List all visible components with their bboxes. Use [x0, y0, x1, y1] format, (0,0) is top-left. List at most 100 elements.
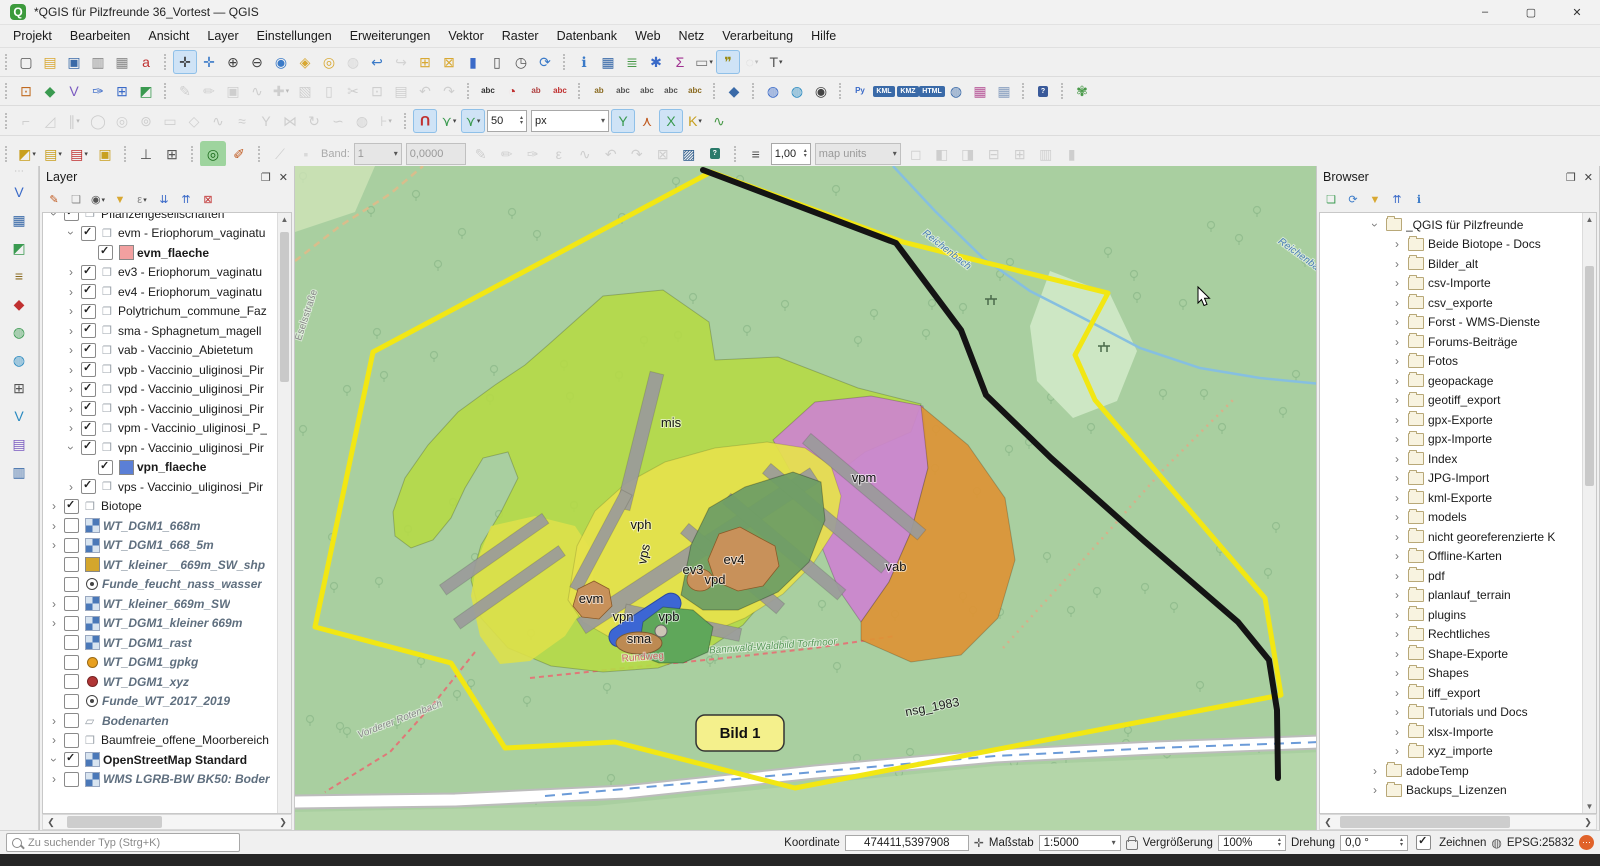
metasearch[interactable]: ◍ [761, 79, 785, 103]
menu-web[interactable]: Web [626, 27, 669, 45]
raster-profile[interactable]: ∿ [572, 141, 598, 167]
raster-draw[interactable]: ⟋ [267, 141, 293, 167]
expander-icon[interactable]: › [1368, 764, 1382, 778]
menu-netz[interactable]: Netz [670, 27, 714, 45]
construction-mode[interactable]: ◿ [38, 109, 62, 133]
highlight-pinned-labels[interactable]: abc [548, 79, 572, 103]
layer-item-vpd-vaccinio-uliginosi-pir[interactable]: ›❐vpd - Vaccinio_uliginosi_Pir [43, 380, 291, 400]
raster-redo[interactable]: ↷ [624, 141, 650, 167]
layer-item-wt-kleiner-669m-sw-shp[interactable]: WT_kleiner__669m_SW_shp [43, 555, 291, 575]
menu-hilfe[interactable]: Hilfe [802, 27, 845, 45]
add-selected-layers[interactable]: ❏ [1321, 190, 1341, 210]
delete-selected[interactable]: ▯ [317, 79, 341, 103]
enable-advanced-digitizing[interactable]: ⌐ [14, 109, 38, 133]
open-attribute-table[interactable]: ▦ [596, 50, 620, 74]
expander-icon[interactable]: › [1390, 491, 1404, 505]
trace-digitize[interactable]: ∿ [707, 109, 731, 133]
crs-label[interactable]: EPSG:25832 [1507, 837, 1574, 849]
expander-icon[interactable]: › [1390, 549, 1404, 563]
stroke-units[interactable]: map units▾ [815, 143, 901, 165]
expander-icon[interactable]: › [1390, 705, 1404, 719]
new-temporary-scratch-layer[interactable]: ✑ [86, 79, 110, 103]
expander-icon[interactable]: › [1390, 608, 1404, 622]
menu-projekt[interactable]: Projekt [4, 27, 61, 45]
raster-pencil-2[interactable]: ✏ [494, 141, 520, 167]
layer-visibility-checkbox[interactable] [81, 226, 96, 241]
browser-item-beide-biotope-docs[interactable]: ›Beide Biotope - Docs [1320, 235, 1596, 255]
float-panel-icon[interactable]: ❐ [1566, 171, 1576, 184]
expander-icon[interactable]: › [1390, 276, 1404, 290]
maximize-button[interactable]: ▢ [1508, 0, 1554, 24]
add-delimited-text-layer[interactable]: ≡ [7, 264, 31, 288]
scroll-left-icon[interactable]: ❮ [1320, 817, 1336, 828]
magnifier-spin[interactable]: 100%▴▾ [1218, 835, 1286, 851]
expander-icon[interactable]: › [47, 597, 61, 611]
snap-to-vertex[interactable]: ⋎▾ [461, 109, 485, 133]
expander-icon[interactable]: › [47, 616, 61, 630]
open-data-source-manager[interactable]: ⊡ [14, 79, 38, 103]
browser-item-adobetemp[interactable]: ›adobeTemp [1320, 761, 1596, 781]
expander-icon[interactable]: › [1390, 471, 1404, 485]
reshape-features[interactable]: ∿ [206, 109, 230, 133]
show-statistics[interactable]: Σ [668, 50, 692, 74]
web-layer[interactable]: ◍ [944, 79, 968, 103]
scroll-thumb[interactable] [1340, 816, 1510, 828]
vertex-marker-settings[interactable]: ⊥ [133, 141, 159, 167]
layer-visibility-checkbox[interactable] [64, 596, 79, 611]
expander-icon[interactable]: › [1390, 588, 1404, 602]
browser-item-planlauf-terrain[interactable]: ›planlauf_terrain [1320, 586, 1596, 606]
browser-item-backups-lizenzen[interactable]: ›Backups_Lizenzen [1320, 781, 1596, 801]
kmz-export[interactable]: KMZ [896, 79, 920, 103]
change-label-properties[interactable]: abc [659, 79, 683, 103]
expander-icon[interactable]: › [64, 480, 78, 494]
layer-item-wms-lgrb-bw-bk50-boder[interactable]: ›WMS LGRB-BW BK50: Boder [43, 770, 291, 790]
show-spatial-bookmarks[interactable]: ▯ [485, 50, 509, 74]
zoom-in[interactable]: ⊕ [221, 50, 245, 74]
band-select[interactable]: 1▾ [354, 143, 402, 165]
expander-icon[interactable]: › [64, 324, 78, 338]
undo-edit[interactable]: ↶ [413, 79, 437, 103]
pin-unpin-labels[interactable]: ab [524, 79, 548, 103]
expander-icon[interactable]: › [1390, 237, 1404, 251]
annotations[interactable]: ◌▾ [740, 50, 764, 74]
layer-visibility-checkbox[interactable] [81, 440, 96, 455]
layer-item-vpn-flaeche[interactable]: vpn_flaeche [43, 458, 291, 478]
layer-visibility-checkbox[interactable] [64, 694, 79, 709]
add-xyz-layer[interactable]: ⊞ [7, 376, 31, 400]
locator-search[interactable]: Zu suchender Typ (Strg+K) [6, 833, 240, 852]
layer-item-ev3-eriophorum-vaginatu[interactable]: ›❐ev3 - Eriophorum_vaginatu [43, 263, 291, 283]
layer-item-wt-dgm1-668m[interactable]: ›WT_DGM1_668m [43, 516, 291, 536]
new-virtual-layer[interactable]: ⊞ [110, 79, 134, 103]
select-all-features[interactable]: ▣ [92, 141, 118, 167]
filter-by-expression[interactable]: ε▾ [132, 190, 152, 210]
browser-item-fotos[interactable]: ›Fotos [1320, 352, 1596, 372]
enable-snapping[interactable]: U [413, 109, 437, 133]
browser-item-jpg-import[interactable]: ›JPG-Import [1320, 469, 1596, 489]
parallel-tool[interactable]: ∥▾ [62, 109, 86, 133]
expander-icon[interactable]: › [1390, 510, 1404, 524]
manage-map-themes[interactable]: ◉▾ [88, 190, 108, 210]
extent-toggle-icon[interactable]: ✛ [974, 836, 984, 850]
menu-verarbeitung[interactable]: Verarbeitung [713, 27, 802, 45]
expander-icon[interactable]: › [47, 519, 61, 533]
expander-icon[interactable]: › [47, 538, 61, 552]
new-shapefile-layer[interactable]: V [62, 79, 86, 103]
layer-item-sma-sphagnetum-magell[interactable]: ›❐sma - Sphagnetum_magell [43, 321, 291, 341]
layer-visibility-checkbox[interactable] [81, 304, 96, 319]
add-raster-layer[interactable]: ▦ [7, 208, 31, 232]
serval-help[interactable]: ? [702, 141, 728, 167]
vertex-tool[interactable]: ✚▾ [269, 79, 293, 103]
label-expression[interactable]: abc [683, 79, 707, 103]
expander-icon[interactable]: › [64, 285, 78, 299]
expander-icon[interactable]: › [47, 772, 61, 786]
collapse-all-browser[interactable]: ⇈ [1387, 190, 1407, 210]
scroll-down-icon[interactable]: ▼ [1586, 800, 1594, 813]
layer-item-wt-dgm1-rast[interactable]: WT_DGM1_rast [43, 633, 291, 653]
expander-icon[interactable]: › [47, 212, 61, 221]
scroll-thumb[interactable] [280, 232, 289, 382]
layer-item-vpn-vaccinio-uliginosi-pir[interactable]: ›❐vpn - Vaccinio_uliginosi_Pir [43, 438, 291, 458]
browser-tree-horizontal-scrollbar[interactable]: ❮ ❯ [1319, 814, 1597, 830]
open-layer-styling[interactable]: ✎ [44, 190, 64, 210]
simplify-feature[interactable]: ∽ [326, 109, 350, 133]
expander-icon[interactable]: › [64, 304, 78, 318]
